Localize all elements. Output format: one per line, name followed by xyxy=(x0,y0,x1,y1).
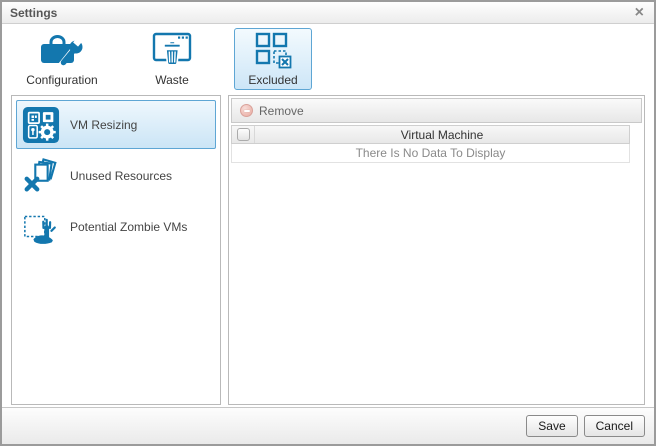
select-all-cell xyxy=(232,126,255,143)
sidebar-item-potential-zombie-vms[interactable]: Potential Zombie VMs xyxy=(16,202,216,251)
ribbon-button-label: Waste xyxy=(155,73,189,87)
window-trash-icon xyxy=(148,30,196,72)
grid-toolbar: Remove xyxy=(231,98,642,123)
dialog-title: Settings xyxy=(10,5,58,20)
settings-dialog: Settings × Configuration Waste Excluded … xyxy=(0,0,656,446)
column-header-virtual-machine[interactable]: Virtual Machine xyxy=(255,128,629,142)
remove-button[interactable]: Remove xyxy=(240,104,304,118)
sidebar-item-unused-resources[interactable]: Unused Resources xyxy=(16,151,216,200)
remove-button-label: Remove xyxy=(259,103,304,118)
excluded-vms-panel: Remove Virtual Machine There Is No Data … xyxy=(228,95,645,405)
select-all-checkbox[interactable] xyxy=(236,128,250,141)
ribbon-button-waste[interactable]: Waste xyxy=(124,28,220,90)
ribbon-button-configuration[interactable]: Configuration xyxy=(14,28,110,90)
zombie-hand-icon xyxy=(22,208,60,246)
grid-header-row: Virtual Machine xyxy=(231,125,630,144)
sidebar-item-label: Potential Zombie VMs xyxy=(70,219,188,234)
content-area: VM Resizing Unused Resources Potential Z… xyxy=(2,95,654,407)
sidebar-item-label: VM Resizing xyxy=(70,117,138,132)
ribbon-button-excluded[interactable]: Excluded xyxy=(234,28,312,90)
dialog-footer: Save Cancel xyxy=(2,407,654,444)
vm-resizing-icon xyxy=(22,106,60,144)
category-list: VM Resizing Unused Resources Potential Z… xyxy=(11,95,221,405)
save-button[interactable]: Save xyxy=(526,415,578,437)
sidebar-item-vm-resizing[interactable]: VM Resizing xyxy=(16,100,216,149)
sidebar-item-label: Unused Resources xyxy=(70,168,173,183)
ribbon-button-label: Excluded xyxy=(248,73,298,87)
unused-resources-icon xyxy=(22,157,60,195)
titlebar[interactable]: Settings × xyxy=(2,2,654,24)
excluded-grid-icon xyxy=(253,30,293,72)
virtual-machine-grid: Virtual Machine There Is No Data To Disp… xyxy=(231,125,630,163)
remove-minus-icon xyxy=(240,104,253,117)
toolbox-wrench-icon xyxy=(38,30,86,72)
cancel-button[interactable]: Cancel xyxy=(583,415,645,437)
grid-empty-message: There Is No Data To Display xyxy=(231,144,630,163)
ribbon: Configuration Waste Excluded xyxy=(2,24,654,95)
ribbon-button-label: Configuration xyxy=(26,73,98,87)
close-icon[interactable]: × xyxy=(633,4,646,21)
